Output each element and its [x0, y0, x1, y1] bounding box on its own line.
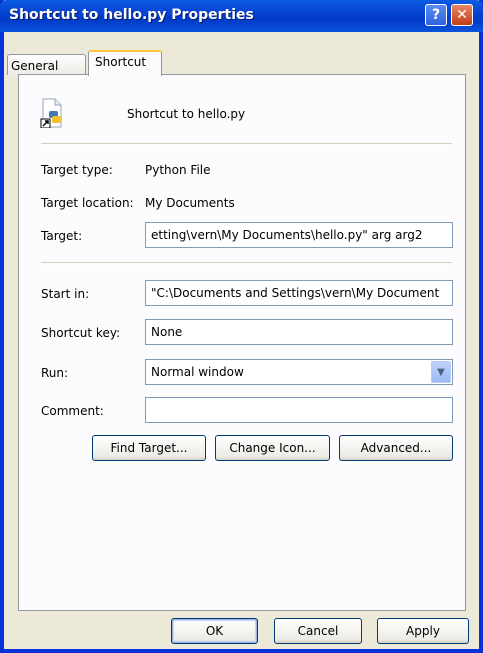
run-select[interactable]: Normal window ▼: [145, 359, 453, 385]
title-bar[interactable]: Shortcut to hello.py Properties ? ✕: [0, 0, 483, 32]
python-shortcut-icon: [40, 98, 62, 128]
find-target-button[interactable]: Find Target...: [92, 435, 206, 461]
change-icon-button[interactable]: Change Icon...: [215, 435, 330, 461]
separator: [41, 143, 452, 147]
tab-general[interactable]: General: [7, 54, 86, 75]
start-in-field[interactable]: "C:\Documents and Settings\vern\My Docum…: [145, 280, 453, 306]
comment-label: Comment:: [41, 404, 104, 418]
run-select-value: Normal window: [151, 365, 244, 379]
tab-shortcut[interactable]: Shortcut: [88, 50, 162, 76]
target-type-value: Python File: [145, 163, 211, 177]
shortcut-name: Shortcut to hello.py: [127, 107, 246, 121]
advanced-button[interactable]: Advanced...: [339, 435, 453, 461]
cancel-button[interactable]: Cancel: [274, 618, 362, 644]
target-label: Target:: [41, 229, 83, 243]
chevron-down-icon[interactable]: ▼: [431, 361, 451, 383]
window-title: Shortcut to hello.py Properties: [9, 7, 254, 23]
help-button[interactable]: ?: [425, 4, 447, 26]
run-label: Run:: [41, 366, 69, 380]
start-in-label: Start in:: [41, 287, 90, 301]
ok-button[interactable]: OK: [171, 618, 258, 644]
shortcut-key-label: Shortcut key:: [41, 326, 121, 340]
shortcut-key-field[interactable]: None: [145, 319, 453, 345]
close-button[interactable]: ✕: [451, 4, 473, 26]
target-location-value: My Documents: [145, 196, 235, 210]
separator: [41, 262, 452, 266]
target-field[interactable]: etting\vern\My Documents\hello.py" arg a…: [145, 222, 453, 248]
target-location-label: Target location:: [41, 196, 134, 210]
target-type-label: Target type:: [41, 163, 113, 177]
apply-button[interactable]: Apply: [377, 618, 469, 644]
comment-field[interactable]: [145, 397, 453, 423]
